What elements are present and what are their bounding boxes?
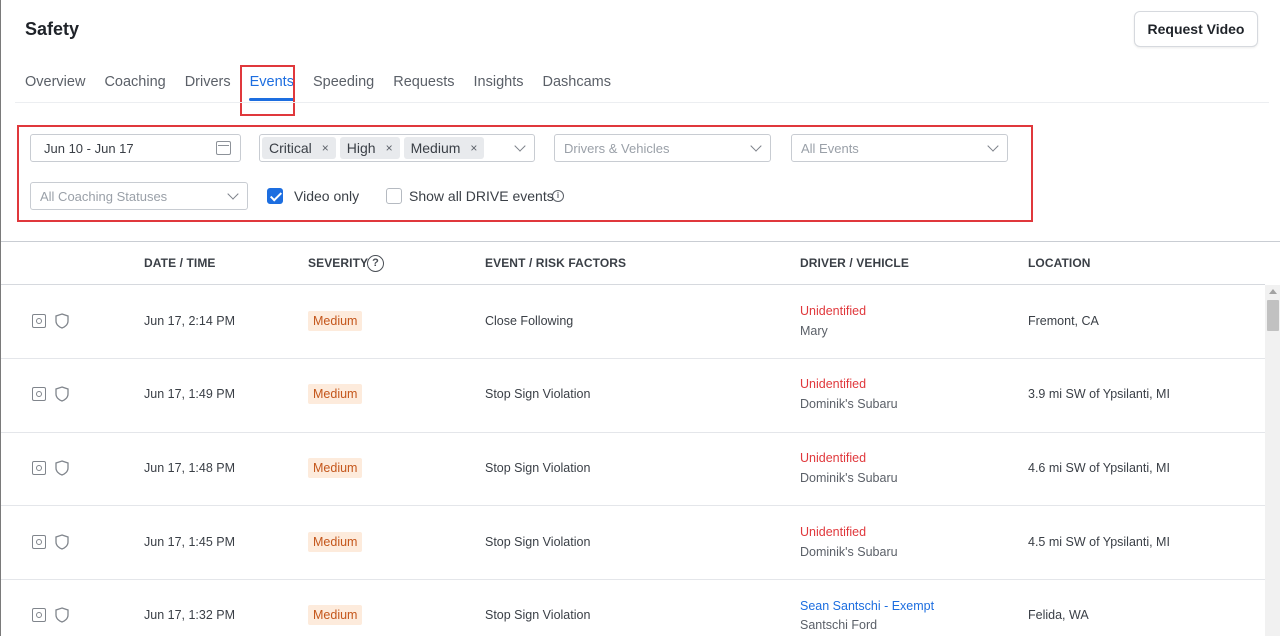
row-vehicle: Mary [800, 324, 828, 338]
camera-icon[interactable] [32, 461, 46, 475]
table-scrollbar[interactable] [1265, 285, 1280, 636]
shield-icon[interactable] [54, 607, 70, 623]
tab-annotation-box [240, 65, 295, 116]
row-driver[interactable]: Unidentified [800, 304, 866, 318]
row-vehicle: Dominik's Subaru [800, 471, 898, 485]
shield-icon[interactable] [54, 386, 70, 402]
row-date-time: Jun 17, 1:32 PM [144, 608, 236, 622]
row-vehicle: Santschi Ford [800, 618, 878, 632]
column-header-location[interactable]: LOCATION [1028, 256, 1091, 270]
severity-badge: Medium [308, 458, 363, 478]
severity-badge: Medium [308, 605, 363, 625]
table-row[interactable]: Jun 17, 1:45 PM Medium Stop Sign Violati… [1, 506, 1265, 580]
row-location: 4.6 mi SW of Ypsilanti, MI [1028, 461, 1170, 475]
severity-badge: Medium [308, 532, 363, 552]
row-event: Stop Sign Violation [485, 387, 591, 401]
tab-coaching[interactable]: Coaching [104, 72, 165, 102]
severity-badge: Medium [308, 311, 363, 331]
camera-icon[interactable] [32, 314, 46, 328]
section-divider [1, 241, 1280, 242]
scroll-up-arrow-icon[interactable] [1269, 289, 1277, 294]
scrollbar-thumb[interactable] [1267, 300, 1279, 331]
column-header-date-time[interactable]: DATE / TIME [144, 256, 216, 270]
row-location: 4.5 mi SW of Ypsilanti, MI [1028, 535, 1170, 549]
tab-requests[interactable]: Requests [393, 72, 454, 102]
row-event: Stop Sign Violation [485, 608, 591, 622]
table-row[interactable]: Jun 17, 1:32 PM Medium Stop Sign Violati… [1, 580, 1265, 636]
request-video-button[interactable]: Request Video [1134, 11, 1258, 47]
row-driver[interactable]: Unidentified [800, 451, 866, 465]
shield-icon[interactable] [54, 313, 70, 329]
row-location: Felida, WA [1028, 608, 1089, 622]
table-row[interactable]: Jun 17, 1:48 PM Medium Stop Sign Violati… [1, 432, 1265, 506]
camera-icon[interactable] [32, 535, 46, 549]
camera-icon[interactable] [32, 608, 46, 622]
tab-insights[interactable]: Insights [474, 72, 524, 102]
row-date-time: Jun 17, 1:49 PM [144, 387, 236, 401]
row-event: Stop Sign Violation [485, 535, 591, 549]
filter-annotation-box [17, 125, 1033, 222]
help-icon[interactable]: ? [367, 255, 384, 272]
column-header-event[interactable]: EVENT / RISK FACTORS [485, 256, 626, 270]
app-frame: Safety Request Video Overview Coaching D… [0, 0, 1280, 636]
row-vehicle: Dominik's Subaru [800, 397, 898, 411]
tabs-divider [15, 102, 1269, 103]
tab-overview[interactable]: Overview [25, 72, 85, 102]
column-header-severity[interactable]: SEVERITY [308, 256, 368, 270]
tab-bar: Overview Coaching Drivers Events Speedin… [25, 72, 630, 102]
row-date-time: Jun 17, 2:14 PM [144, 314, 236, 328]
row-location: 3.9 mi SW of Ypsilanti, MI [1028, 387, 1170, 401]
camera-icon[interactable] [32, 387, 46, 401]
shield-icon[interactable] [54, 534, 70, 550]
table-row[interactable]: Jun 17, 1:49 PM Medium Stop Sign Violati… [1, 359, 1265, 433]
row-driver[interactable]: Unidentified [800, 525, 866, 539]
severity-badge: Medium [308, 384, 363, 404]
row-vehicle: Dominik's Subaru [800, 545, 898, 559]
shield-icon[interactable] [54, 460, 70, 476]
row-driver[interactable]: Sean Santschi - Exempt [800, 599, 934, 613]
column-header-driver-vehicle[interactable]: DRIVER / VEHICLE [800, 256, 909, 270]
tab-speeding[interactable]: Speeding [313, 72, 374, 102]
table-row[interactable]: Jun 17, 2:14 PM Medium Close Following U… [1, 285, 1265, 359]
row-location: Fremont, CA [1028, 314, 1099, 328]
tab-drivers[interactable]: Drivers [185, 72, 231, 102]
row-event: Close Following [485, 314, 574, 328]
row-driver[interactable]: Unidentified [800, 377, 866, 391]
row-date-time: Jun 17, 1:48 PM [144, 461, 236, 475]
row-event: Stop Sign Violation [485, 461, 591, 475]
page-title: Safety [25, 19, 80, 39]
row-date-time: Jun 17, 1:45 PM [144, 535, 236, 549]
tab-dashcams[interactable]: Dashcams [543, 72, 612, 102]
